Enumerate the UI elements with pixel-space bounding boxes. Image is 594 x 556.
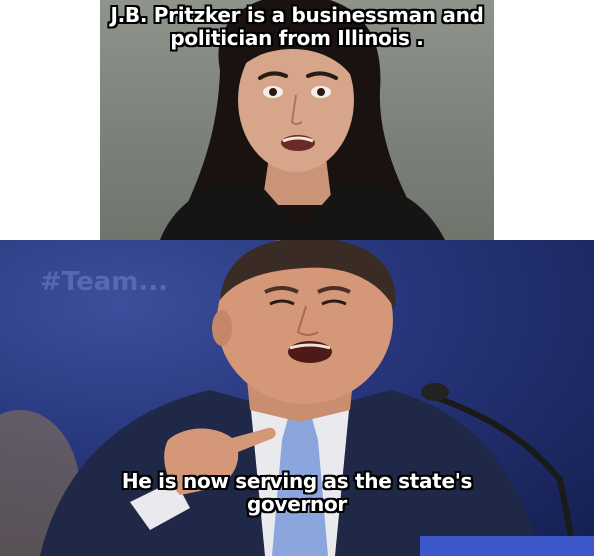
- top-caption: J.B. Pritzker is a businessman and polit…: [0, 4, 594, 50]
- meme-image: #Team... J.B. Pritzker is a businessman …: [0, 0, 594, 556]
- background-sign-text: #Team...: [40, 267, 168, 297]
- top-caption-line-1: J.B. Pritzker is a businessman and: [110, 3, 484, 27]
- top-caption-line-2: politician from Illinois .: [170, 26, 424, 50]
- bottom-caption: He is now serving as the state's governo…: [0, 470, 594, 516]
- bottom-caption-line-2: governor: [247, 492, 347, 516]
- bottom-caption-line-1: He is now serving as the state's: [121, 469, 473, 493]
